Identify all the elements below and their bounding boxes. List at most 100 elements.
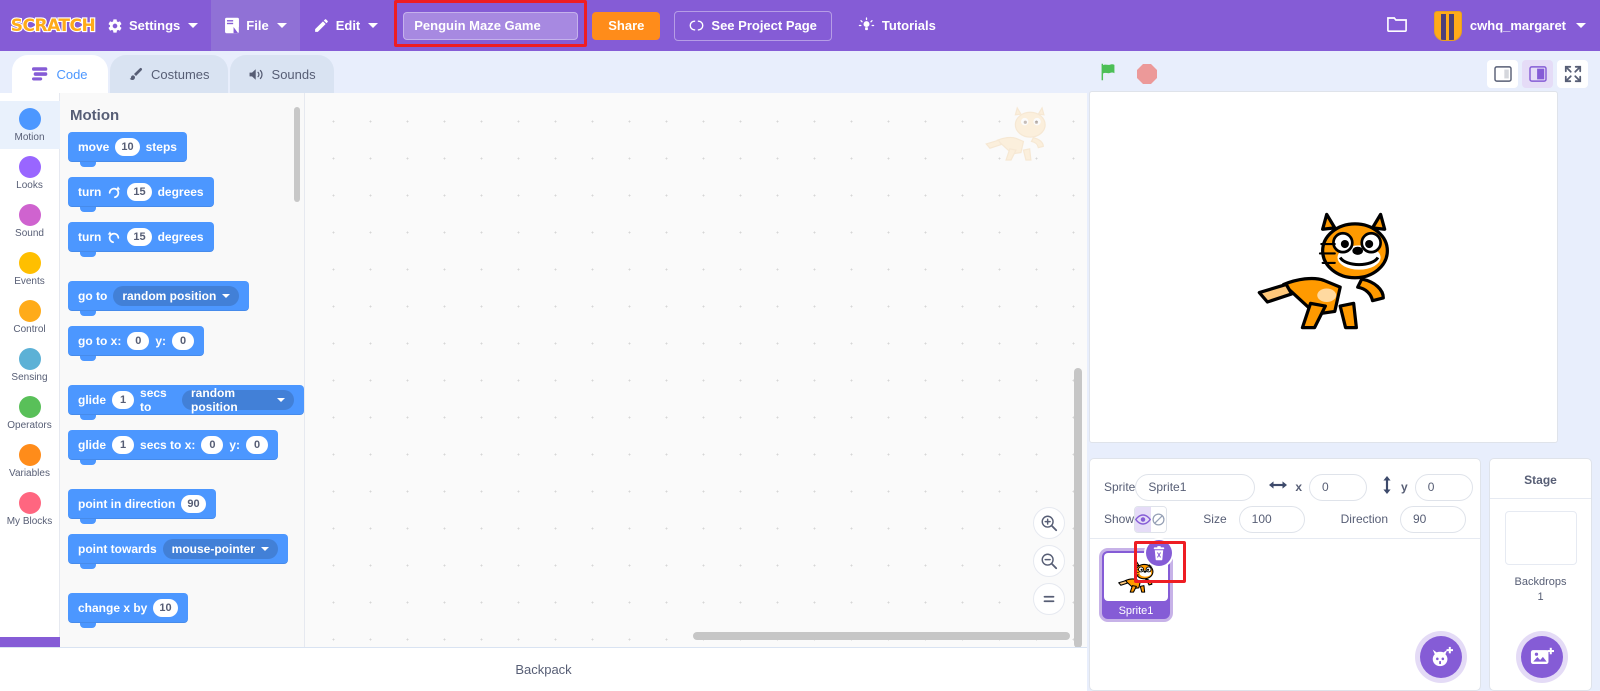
add-sprite-button[interactable]	[1420, 636, 1462, 678]
fullscreen-button[interactable]	[1557, 60, 1588, 88]
block-input-x[interactable]: 0	[201, 436, 224, 454]
palette-block-row: point in direction 90	[60, 489, 304, 524]
block-point-towards[interactable]: point towards mouse-pointer	[68, 534, 289, 569]
direction-label: Direction	[1340, 512, 1388, 526]
my-stuff-icon[interactable]	[1386, 13, 1408, 38]
lightbulb-icon	[858, 17, 875, 31]
zoom-out-button[interactable]	[1033, 545, 1065, 577]
block-word: move	[78, 140, 110, 154]
see-project-page-button[interactable]: See Project Page	[674, 10, 832, 41]
category-control[interactable]: Control	[0, 293, 60, 341]
block-input-direction[interactable]: 90	[181, 495, 206, 513]
block-turn-right[interactable]: turn 15 degrees	[68, 177, 214, 212]
block-palette[interactable]: Motion move 10 steps turn 15 degrees tur…	[60, 93, 305, 647]
stage-thumbnail[interactable]	[1504, 511, 1577, 565]
stop-button[interactable]	[1137, 64, 1157, 84]
file-menu[interactable]: File	[211, 0, 300, 51]
block-input-steps[interactable]: 10	[115, 138, 140, 156]
block-dropdown-target[interactable]: random position	[113, 286, 240, 306]
sprite-direction-input[interactable]	[1400, 505, 1466, 533]
backpack-bar[interactable]: Backpack	[0, 647, 1087, 691]
category-motion[interactable]: Motion	[0, 101, 60, 149]
block-move-steps[interactable]: move 10 steps	[68, 132, 187, 167]
category-variables[interactable]: Variables	[0, 437, 60, 485]
stage-size-controls	[1487, 60, 1588, 88]
sprite-y-input[interactable]	[1414, 473, 1473, 501]
sprite-list: Sprite1	[1090, 539, 1480, 619]
category-sound[interactable]: Sound	[0, 197, 60, 245]
y-axis-icon	[1381, 475, 1393, 499]
block-go-to-xy[interactable]: go to x: 0 y: 0	[68, 326, 204, 361]
tab-sounds[interactable]: Sounds	[229, 55, 334, 93]
stage-selector-title: Stage	[1490, 459, 1591, 499]
sprite-item-sprite1[interactable]: Sprite1	[1102, 540, 1172, 619]
block-input-x[interactable]: 0	[127, 332, 150, 350]
green-flag-button[interactable]	[1097, 61, 1119, 88]
block-word: secs to	[140, 386, 167, 414]
category-operators[interactable]: Operators	[0, 389, 60, 437]
dropdown-value: random position	[191, 386, 238, 414]
block-input-secs[interactable]: 1	[112, 391, 135, 409]
chevron-down-icon	[188, 23, 199, 28]
block-input-secs[interactable]: 1	[112, 436, 135, 454]
category-sensing[interactable]: Sensing	[0, 341, 60, 389]
workspace-vertical-scrollbar[interactable]	[1074, 368, 1082, 647]
category-looks-label: Looks	[16, 179, 43, 191]
block-change-x-by[interactable]: change x by 10	[68, 593, 188, 628]
account-menu[interactable]: cwhq_margaret	[1433, 10, 1586, 41]
stage[interactable]	[1089, 91, 1558, 443]
block-glide-to[interactable]: glide 1 secs to random position	[68, 385, 304, 420]
palette-scrollbar[interactable]	[294, 107, 300, 202]
block-input-degrees[interactable]: 15	[127, 228, 152, 246]
category-my-blocks[interactable]: My Blocks	[0, 485, 60, 533]
category-motion-label: Motion	[14, 131, 45, 143]
sprite-item-label: Sprite1	[1118, 605, 1154, 617]
sensing-color-dot	[18, 347, 41, 370]
share-button[interactable]: Share	[592, 11, 661, 40]
small-stage-button[interactable]	[1487, 60, 1518, 88]
block-glide-to-xy[interactable]: glide 1 secs to x: 0 y: 0	[68, 430, 279, 465]
sprite-info-row-2: Show Size 100 Direction 90	[1104, 503, 1466, 535]
file-icon	[225, 17, 240, 34]
sprite-size-input[interactable]	[1238, 505, 1305, 533]
block-input-degrees[interactable]: 15	[127, 183, 152, 201]
block-input-dx[interactable]: 10	[153, 599, 178, 617]
category-events[interactable]: Events	[0, 245, 60, 293]
block-dropdown-target[interactable]: random position	[182, 386, 294, 414]
sprite-name-input[interactable]	[1135, 473, 1256, 501]
tab-costumes[interactable]: Costumes	[110, 55, 228, 93]
palette-block-row: go to random position	[60, 281, 304, 316]
block-dropdown-target[interactable]: mouse-pointer	[162, 539, 279, 559]
add-backdrop-button[interactable]	[1521, 636, 1563, 678]
tutorials-button[interactable]: Tutorials	[846, 11, 948, 41]
block-point-in-direction[interactable]: point in direction 90	[68, 489, 216, 524]
size-label: Size	[1203, 512, 1227, 526]
scratch-logo[interactable]: SCRATCH	[10, 11, 97, 41]
block-go-to[interactable]: go to random position	[68, 281, 250, 316]
delete-sprite-button[interactable]	[1146, 540, 1172, 566]
block-input-y[interactable]: 0	[246, 436, 269, 454]
code-icon	[32, 67, 48, 81]
sprite-x-input[interactable]	[1309, 473, 1368, 501]
edit-menu[interactable]: Edit	[300, 0, 392, 51]
stage-header	[1087, 55, 1600, 93]
stage-sprite-cat[interactable]	[1254, 209, 1394, 333]
workspace-horizontal-scrollbar[interactable]	[693, 632, 1070, 640]
zoom-reset-button[interactable]	[1033, 583, 1065, 615]
tab-code[interactable]: Code	[12, 55, 108, 93]
large-stage-button[interactable]	[1522, 60, 1553, 88]
block-word: go to	[78, 289, 108, 303]
block-input-y[interactable]: 0	[172, 332, 194, 350]
scratch-editor: SCRATCH Settings File Edit Penguin Maze …	[0, 0, 1600, 691]
block-turn-left[interactable]: turn 15 degrees	[68, 222, 214, 257]
category-looks[interactable]: Looks	[0, 149, 60, 197]
backdrops-label: Backdrops	[1514, 576, 1567, 588]
rotate-ccw-icon	[108, 231, 120, 244]
code-workspace[interactable]	[305, 93, 1087, 647]
settings-menu[interactable]: Settings	[94, 0, 211, 51]
zoom-in-button[interactable]	[1033, 507, 1065, 539]
show-visible-button[interactable]	[1135, 506, 1152, 532]
project-title-input[interactable]	[403, 11, 579, 40]
block-word: steps	[145, 140, 177, 154]
show-hidden-button[interactable]	[1151, 506, 1167, 532]
